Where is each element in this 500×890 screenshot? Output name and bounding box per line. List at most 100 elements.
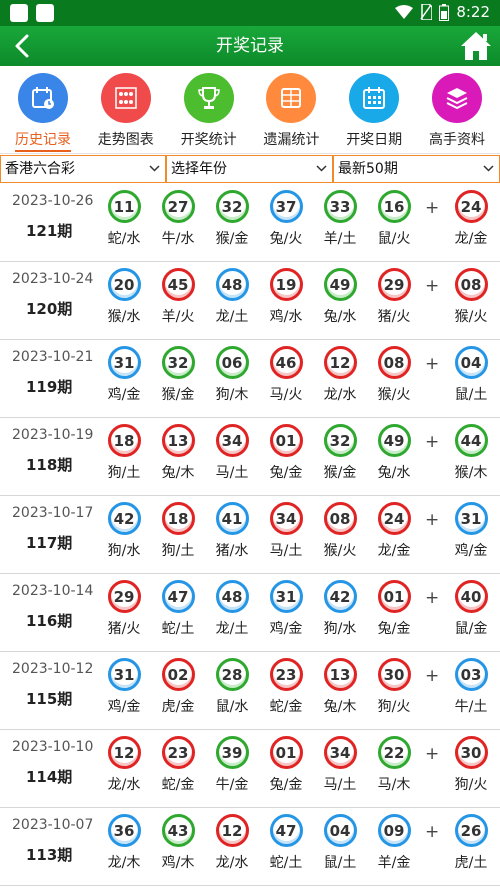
ball-number: 06 xyxy=(215,346,249,379)
special-ball: 26 虎/土 xyxy=(444,814,498,872)
ball-number: 40 xyxy=(454,580,488,613)
trend-grid-icon xyxy=(100,73,151,123)
nav-item-4[interactable]: 开奖日期 xyxy=(333,66,415,153)
year-select[interactable]: 选择年份 xyxy=(166,155,333,183)
nav-item-2[interactable]: 开奖统计 xyxy=(168,66,250,153)
plus-sign: + xyxy=(425,432,440,452)
ball-zodiac: 猴/木 xyxy=(454,465,488,481)
number-ball: 09 羊/金 xyxy=(367,814,421,872)
ball-zodiac: 龙/水 xyxy=(323,387,357,403)
special-ball: 30 狗/火 xyxy=(444,736,498,794)
ball-zodiac: 鸡/木 xyxy=(161,855,195,871)
number-ball: 43 鸡/木 xyxy=(151,814,205,872)
draw-date: 2023-10-21 xyxy=(12,349,94,365)
ball-zodiac: 鸡/金 xyxy=(107,387,141,403)
draw-row[interactable]: 2023-10-07 113期 36 龙/木 43 鸡/木 12 龙/水 47 蛇/土 04 鼠/土 0… xyxy=(0,808,500,886)
ball-zodiac: 猴/金 xyxy=(323,465,357,481)
nav-item-0[interactable]: 历史记录 xyxy=(2,66,84,153)
ball-zodiac: 龙/水 xyxy=(107,777,141,793)
trophy-icon xyxy=(183,73,234,123)
draw-date: 2023-10-12 xyxy=(12,661,94,677)
plus-sign: + xyxy=(425,276,440,296)
number-ball: 01 兔/金 xyxy=(367,580,421,638)
draw-date: 2023-10-24 xyxy=(12,271,94,287)
ball-number: 09 xyxy=(377,814,411,847)
ball-number: 13 xyxy=(161,424,195,457)
ball-number: 18 xyxy=(161,502,195,535)
draw-row[interactable]: 2023-10-17 117期 42 狗/水 18 狗/土 41 猪/水 34 马/土 08 猴/火 2… xyxy=(0,496,500,574)
ball-zodiac: 猴/火 xyxy=(454,309,488,325)
ball-number: 23 xyxy=(161,736,195,769)
draw-date: 2023-10-17 xyxy=(12,505,94,521)
home-icon[interactable] xyxy=(460,30,492,62)
number-ball: 37 兔/火 xyxy=(259,190,313,248)
lottery-select[interactable]: 香港六合彩 xyxy=(0,155,166,183)
special-ball: 40 鼠/金 xyxy=(444,580,498,638)
number-ball: 48 龙/土 xyxy=(205,268,259,326)
draw-row[interactable]: 2023-10-21 119期 31 鸡/金 32 猴/金 06 狗/木 46 马/火 12 龙/水 0… xyxy=(0,340,500,418)
number-ball: 36 龙/木 xyxy=(97,814,151,872)
ball-number: 03 xyxy=(454,658,488,691)
chevron-down-icon xyxy=(149,165,160,172)
ball-zodiac: 龙/土 xyxy=(215,621,249,637)
number-ball: 48 龙/土 xyxy=(205,580,259,638)
number-ball: 45 羊/火 xyxy=(151,268,205,326)
draw-period: 118期 xyxy=(26,456,73,474)
number-ball: 20 猴/水 xyxy=(97,268,151,326)
special-ball: 31 鸡/金 xyxy=(444,502,498,560)
number-ball: 29 猪/火 xyxy=(367,268,421,326)
notification-icon xyxy=(10,4,28,22)
number-ball: 39 牛/金 xyxy=(205,736,259,794)
number-ball: 23 蛇/金 xyxy=(151,736,205,794)
draw-period: 120期 xyxy=(26,300,73,318)
nav-item-1[interactable]: 走势图表 xyxy=(85,66,167,153)
ball-number: 13 xyxy=(323,658,357,691)
number-ball: 31 鸡/金 xyxy=(97,346,151,404)
plus-sign: + xyxy=(425,744,440,764)
ball-zodiac: 马/木 xyxy=(377,777,411,793)
draw-row[interactable]: 2023-10-24 120期 20 猴/水 45 羊/火 48 龙/土 19 鸡/水 49 兔/水 2… xyxy=(0,262,500,340)
ball-zodiac: 狗/土 xyxy=(161,543,195,559)
ball-zodiac: 猴/火 xyxy=(323,543,357,559)
ball-number: 16 xyxy=(377,190,411,223)
number-ball: 06 狗/木 xyxy=(205,346,259,404)
number-ball: 47 蛇/土 xyxy=(151,580,205,638)
ball-zodiac: 猪/火 xyxy=(107,621,141,637)
range-select[interactable]: 最新50期 xyxy=(333,155,500,183)
nav-item-5[interactable]: 高手资料 xyxy=(416,66,498,153)
ball-number: 31 xyxy=(107,346,141,379)
ball-zodiac: 蛇/水 xyxy=(107,231,141,247)
ball-zodiac: 狗/火 xyxy=(454,777,488,793)
ball-zodiac: 牛/水 xyxy=(161,231,195,247)
ball-number: 04 xyxy=(454,346,488,379)
draw-row[interactable]: 2023-10-12 115期 31 鸡/金 02 虎/金 28 鼠/水 23 蛇/金 13 兔/木 3… xyxy=(0,652,500,730)
draw-row[interactable]: 2023-10-19 118期 18 狗/土 13 兔/木 34 马/土 01 兔/金 32 猴/金 4… xyxy=(0,418,500,496)
ball-number: 12 xyxy=(323,346,357,379)
ball-number: 47 xyxy=(161,580,195,613)
ball-number: 47 xyxy=(269,814,303,847)
page-title: 开奖记录 xyxy=(216,36,284,56)
calendar-icon xyxy=(349,73,400,123)
nav-item-3[interactable]: 遗漏统计 xyxy=(250,66,332,153)
ball-number: 31 xyxy=(107,658,141,691)
ball-zodiac: 兔/木 xyxy=(323,699,357,715)
draw-row[interactable]: 2023-10-14 116期 29 猪/火 47 蛇/土 48 龙/土 31 鸡/金 42 狗/水 0… xyxy=(0,574,500,652)
number-ball: 42 狗/水 xyxy=(313,580,367,638)
ball-zodiac: 蛇/金 xyxy=(269,699,303,715)
number-ball: 27 牛/水 xyxy=(151,190,205,248)
number-ball: 12 龙/水 xyxy=(97,736,151,794)
number-ball: 18 狗/土 xyxy=(151,502,205,560)
draw-row[interactable]: 2023-10-26 121期 11 蛇/水 27 牛/水 32 猴/金 37 兔/火 33 羊/土 1… xyxy=(0,184,500,262)
ball-number: 32 xyxy=(323,424,357,457)
ball-number: 44 xyxy=(454,424,488,457)
ball-number: 28 xyxy=(215,658,249,691)
app-bar: 开奖记录 xyxy=(0,26,500,66)
ball-number: 31 xyxy=(269,580,303,613)
ball-number: 29 xyxy=(377,268,411,301)
ball-number: 32 xyxy=(215,190,249,223)
draw-row[interactable]: 2023-10-10 114期 12 龙/水 23 蛇/金 39 牛/金 01 兔/金 34 马/土 2… xyxy=(0,730,500,808)
history-calendar-icon xyxy=(18,73,68,123)
ball-zodiac: 羊/金 xyxy=(377,855,411,871)
number-ball: 30 狗/火 xyxy=(367,658,421,716)
ball-number: 33 xyxy=(323,190,357,223)
